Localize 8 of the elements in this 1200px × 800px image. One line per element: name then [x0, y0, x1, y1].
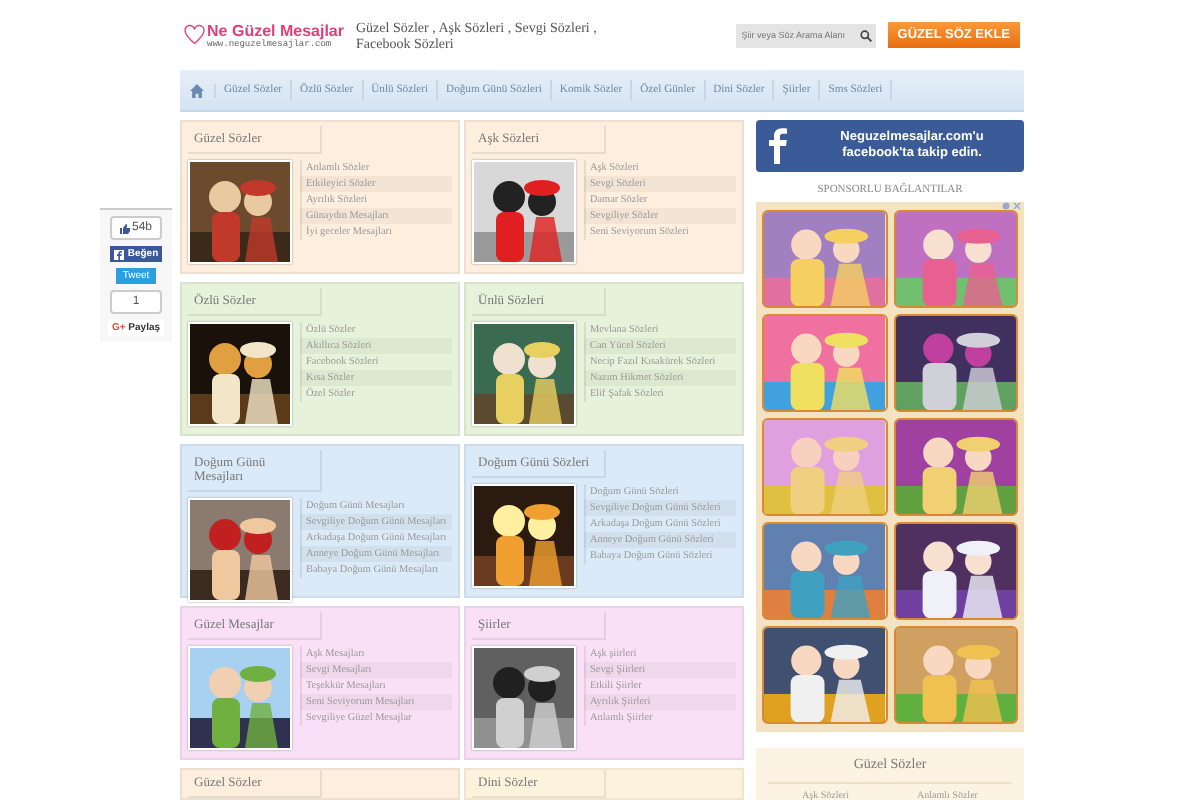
facebook-icon: [113, 249, 124, 259]
search-icon: [859, 29, 872, 41]
home-icon[interactable]: [190, 83, 204, 97]
heart-logo-icon: [184, 20, 206, 50]
ad-choices-icon[interactable]: [1002, 202, 1022, 210]
thumbs-up-icon: [119, 223, 130, 233]
search-button[interactable]: [855, 23, 876, 47]
logo-title[interactable]: Ne Güzel Mesajlar: [207, 21, 344, 39]
